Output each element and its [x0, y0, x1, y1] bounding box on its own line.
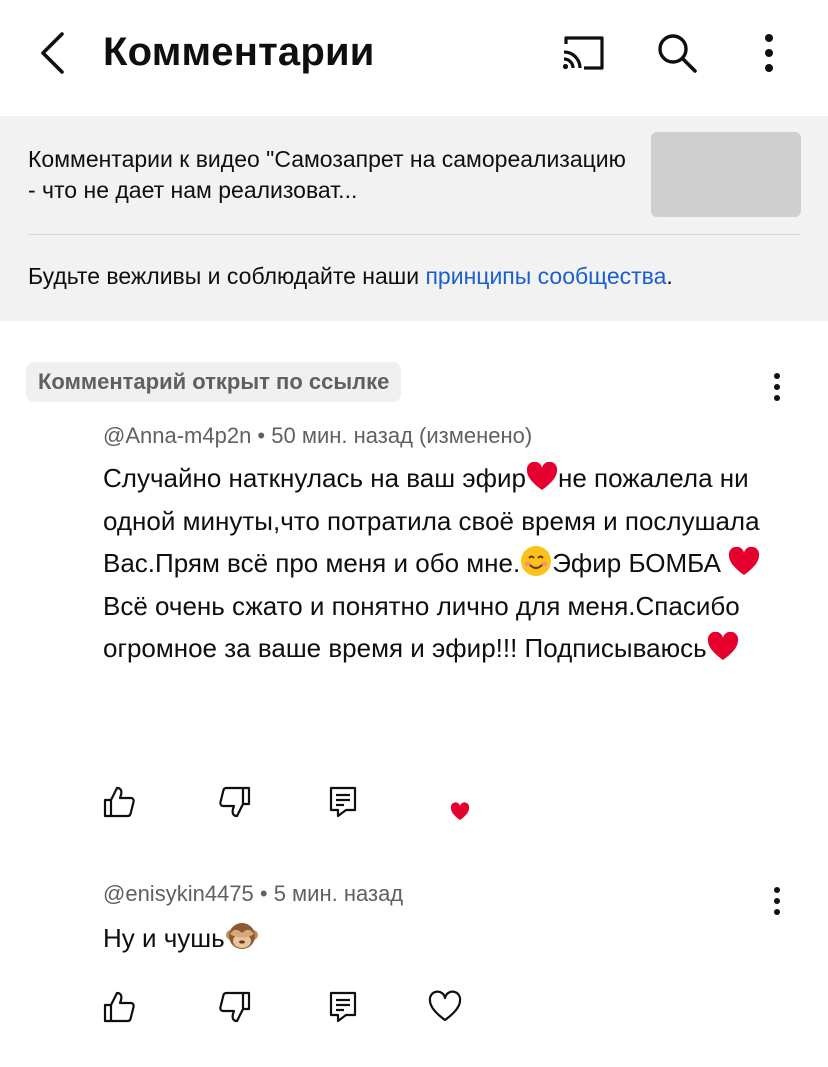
like-icon[interactable]: [102, 785, 136, 819]
comment-text-part: Всё очень сжато и понятно лично для меня…: [103, 590, 740, 664]
comment-meta: @Anna-m4p2n • 50 мин. назад (изменено): [103, 423, 532, 449]
comment-author[interactable]: @Anna-m4p2n: [103, 423, 251, 448]
comment-text-part: Эфир БОМБА: [552, 548, 729, 578]
comment-text-part: Ну и чушь: [103, 923, 225, 953]
smiling-face-emoji-icon: [521, 546, 552, 576]
comment-time: 50 мин. назад (изменено): [271, 423, 533, 448]
back-icon[interactable]: [34, 30, 74, 76]
comment-menu-icon[interactable]: [762, 368, 792, 408]
comment-text-part: Случайно наткнулась на ваш эфир: [103, 463, 526, 493]
linked-comment-badge: Комментарий открыт по ссылке: [26, 362, 402, 402]
community-guidelines-link[interactable]: принципы сообщества: [425, 263, 666, 289]
like-icon[interactable]: [102, 990, 136, 1024]
meta-separator: •: [251, 423, 272, 448]
video-thumbnail[interactable]: [651, 132, 801, 217]
top-app-bar: Комментарии: [0, 0, 828, 116]
dislike-icon[interactable]: [218, 785, 252, 819]
heart-outline-icon[interactable]: [428, 990, 462, 1024]
dislike-icon[interactable]: [218, 990, 252, 1024]
comment-menu-icon[interactable]: [762, 882, 792, 922]
community-rules-notice: Будьте вежливы и соблюдайте наши принцип…: [28, 263, 673, 290]
comment-time: 5 мин. назад: [273, 881, 404, 906]
meta-separator: •: [253, 881, 274, 906]
comment-text: Случайно наткнулась на ваш эфир не пожале…: [103, 457, 783, 670]
search-icon[interactable]: [652, 30, 702, 76]
rules-suffix: .: [666, 263, 673, 289]
reply-icon[interactable]: [326, 990, 360, 1024]
reply-icon[interactable]: [326, 785, 360, 819]
comment-meta: @enisykin4475 • 5 мин. назад: [103, 881, 403, 907]
divider: [28, 234, 800, 235]
video-title-text[interactable]: Комментарии к видео "Самозапрет на самор…: [28, 144, 638, 206]
page-title: Комментарии: [103, 30, 375, 74]
more-vertical-icon[interactable]: [748, 30, 798, 76]
rules-prefix: Будьте вежливы и соблюдайте наши: [28, 263, 426, 289]
comment-author[interactable]: @enisykin4475: [103, 881, 254, 906]
red-heart-emoji-icon: [729, 547, 760, 575]
red-heart-emoji-icon: [526, 462, 558, 490]
comment-text: Ну и чушь: [103, 917, 783, 960]
creator-heart-icon: [450, 802, 470, 820]
see-no-evil-monkey-emoji-icon: [225, 923, 258, 949]
cast-icon[interactable]: [558, 30, 608, 76]
red-heart-emoji-icon: [707, 632, 738, 660]
